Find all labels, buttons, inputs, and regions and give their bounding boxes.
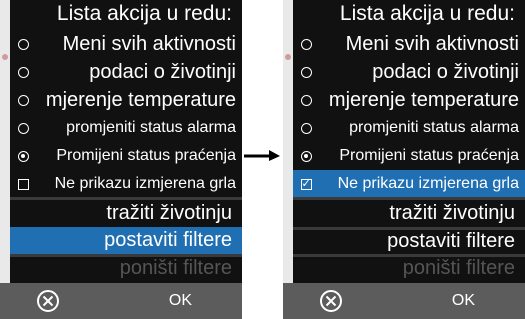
radio-icon[interactable]	[293, 66, 319, 78]
transition-arrow-icon	[244, 150, 280, 161]
background-icon	[285, 54, 291, 60]
action-menu-panel: Lista akcija u redu: Meni svih aktivnost…	[10, 0, 242, 283]
option-animal-data[interactable]: podaci o životinji	[10, 58, 242, 86]
option-all-activities[interactable]: Meni svih aktivnosti	[10, 30, 242, 58]
option-label: promjeniti status alarma	[66, 119, 236, 136]
find-animal-button[interactable]: tražiti životinju	[293, 200, 525, 227]
radio-icon[interactable]	[293, 122, 319, 134]
screen-before: Lista akcija u redu: Meni svih aktivnost…	[0, 0, 242, 319]
clear-filters-button: poništi filtere	[119, 257, 232, 279]
circle-x-icon[interactable]	[319, 289, 343, 313]
bottom-bar: OK	[283, 283, 525, 319]
radio-selected-icon[interactable]	[10, 150, 36, 162]
radio-icon[interactable]	[293, 38, 319, 50]
option-label: promjeniti status alarma	[349, 119, 519, 136]
option-label: Promijeni status praćenja	[339, 147, 519, 164]
radio-selected-icon[interactable]	[293, 150, 319, 162]
option-tracking-status[interactable]: Promijeni status praćenja	[10, 142, 242, 170]
option-label: podaci o životinji	[372, 60, 519, 83]
radio-icon[interactable]	[10, 38, 36, 50]
option-alarm-status[interactable]: promjeniti status alarma	[293, 114, 525, 142]
radio-icon[interactable]	[10, 66, 36, 78]
screen-after: Lista akcija u redu: Meni svih aktivnost…	[283, 0, 525, 319]
option-label: Meni svih aktivnosti	[62, 32, 236, 55]
option-all-activities[interactable]: Meni svih aktivnosti	[293, 30, 525, 58]
menu-title: Lista akcija u redu:	[56, 2, 232, 25]
option-animal-data[interactable]: podaci o životinji	[293, 58, 525, 86]
radio-icon[interactable]	[10, 94, 36, 106]
ok-button[interactable]: OK	[169, 292, 192, 310]
option-label: Promijeni status praćenja	[56, 147, 236, 164]
clear-filters-button: poništi filtere	[402, 257, 515, 279]
option-temperature[interactable]: mjerenje temperature	[10, 86, 242, 114]
option-label: mjerenje temperature	[328, 88, 519, 111]
bottom-bar: OK	[0, 283, 242, 319]
action-menu-panel: Lista akcija u redu: Meni svih aktivnost…	[293, 0, 525, 283]
circle-x-icon[interactable]	[36, 289, 60, 313]
option-alarm-status[interactable]: promjeniti status alarma	[10, 114, 242, 142]
option-label: mjerenje temperature	[45, 88, 236, 111]
option-hide-measured[interactable]: ✓ Ne prikazu izmjerena grla	[293, 170, 525, 198]
option-label: Meni svih aktivnosti	[345, 32, 519, 55]
option-label: podaci o životinji	[89, 60, 236, 83]
set-filters-button[interactable]: postaviti filtere	[293, 228, 525, 255]
option-temperature[interactable]: mjerenje temperature	[293, 86, 525, 114]
option-tracking-status[interactable]: Promijeni status praćenja	[293, 142, 525, 170]
set-filters-button[interactable]: postaviti filtere	[10, 227, 242, 254]
option-hide-measured[interactable]: Ne prikazu izmjerena grla	[10, 170, 242, 198]
radio-icon[interactable]	[293, 94, 319, 106]
checkbox-checked-icon[interactable]: ✓	[293, 178, 319, 190]
find-animal-button[interactable]: tražiti životinju	[10, 200, 242, 227]
option-label: Ne prikazu izmjerena grla	[54, 175, 236, 192]
option-label: Ne prikazu izmjerena grla	[337, 175, 519, 192]
menu-title: Lista akcija u redu:	[339, 2, 515, 25]
background-icon	[2, 54, 8, 60]
radio-icon[interactable]	[10, 122, 36, 134]
checkbox-icon[interactable]	[10, 178, 36, 190]
ok-button[interactable]: OK	[452, 292, 475, 310]
